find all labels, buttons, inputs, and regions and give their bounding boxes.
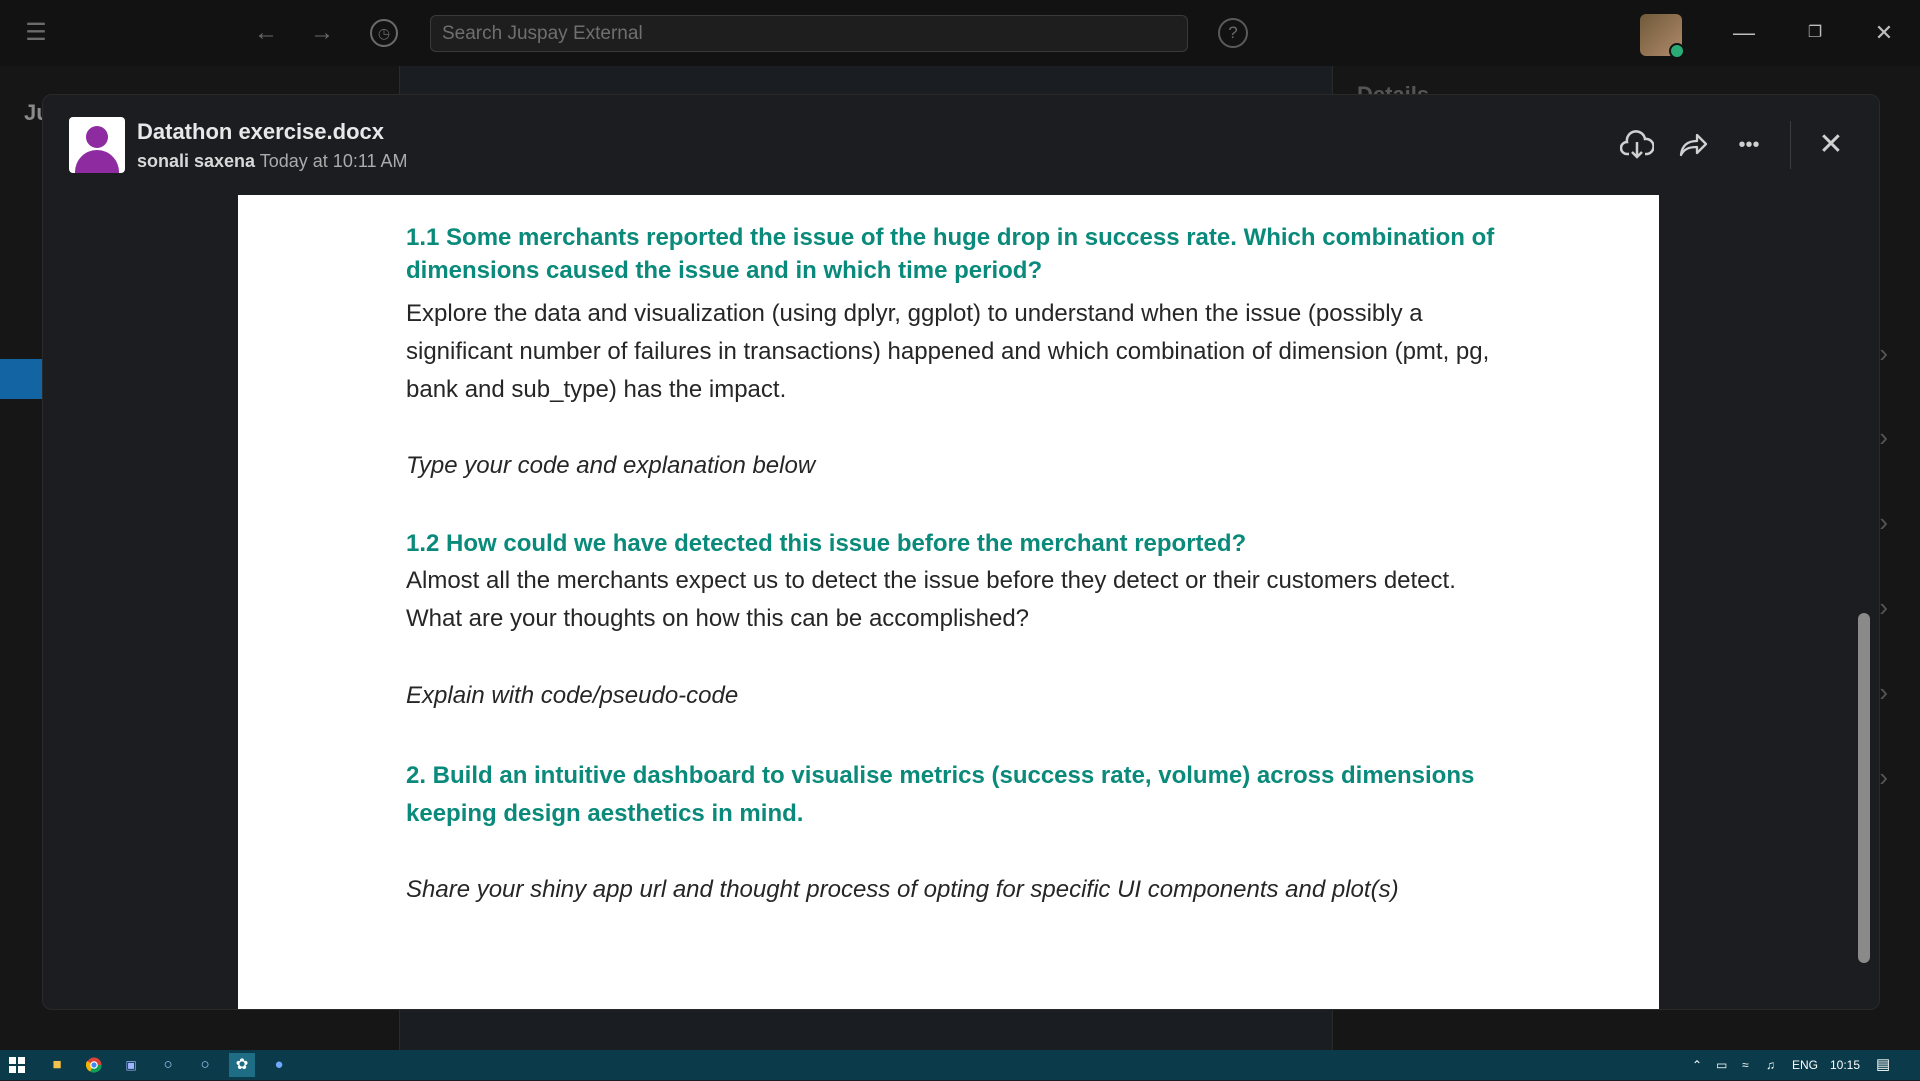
- header-divider: [1790, 121, 1791, 169]
- document-page: 1.1 Some merchants reported the issue of…: [238, 195, 1659, 1009]
- chevron-right-icon: ›: [1879, 422, 1888, 452]
- slack-taskbar-icon[interactable]: ✿: [229, 1053, 255, 1077]
- instruction-1-1: Type your code and explanation below: [406, 452, 816, 479]
- file-timestamp: Today at 10:11 AM: [259, 151, 408, 171]
- chrome-icon[interactable]: [81, 1053, 107, 1077]
- app-icon[interactable]: ○: [155, 1053, 181, 1077]
- app-top-bar: ☰ ← → ◷ Search Juspay External ? — ❐ ✕: [0, 0, 1920, 66]
- more-options-icon[interactable]: •••: [1729, 125, 1769, 165]
- file-preview-modal: Datathon exercise.docx sonali saxena Tod…: [42, 94, 1880, 1010]
- modal-header: Datathon exercise.docx sonali saxena Tod…: [43, 95, 1879, 195]
- tray-chevron-icon[interactable]: ⌃: [1692, 1050, 1702, 1080]
- close-icon[interactable]: ✕: [1811, 125, 1851, 165]
- paragraph-1-1: Explore the data and visualization (usin…: [406, 300, 1490, 403]
- user-avatar-icon: [69, 117, 125, 173]
- chevron-right-icon: ›: [1879, 592, 1888, 622]
- language-indicator[interactable]: ENG: [1792, 1050, 1818, 1080]
- file-author[interactable]: sonali saxena: [137, 151, 255, 171]
- selected-channel-highlight: [0, 359, 42, 399]
- section-heading-1-1: 1.1 Some merchants reported the issue of…: [406, 224, 1495, 284]
- discord-icon[interactable]: ▣: [118, 1053, 144, 1077]
- minimize-button[interactable]: —: [1724, 16, 1764, 50]
- notifications-icon[interactable]: ▤: [1876, 1050, 1890, 1080]
- clock[interactable]: 10:15: [1830, 1050, 1860, 1080]
- chevron-right-icon: ›: [1879, 762, 1888, 792]
- share-icon[interactable]: [1673, 125, 1713, 165]
- section-heading-2: 2. Build an intuitive dashboard to visua…: [406, 762, 1475, 827]
- clock-icon[interactable]: ◷: [370, 19, 398, 47]
- back-arrow-icon[interactable]: ←: [252, 19, 280, 47]
- search-input[interactable]: Search Juspay External: [430, 15, 1188, 52]
- windows-start-icon[interactable]: [4, 1053, 30, 1077]
- volume-icon[interactable]: ♫: [1766, 1050, 1775, 1080]
- file-explorer-icon[interactable]: ■: [44, 1053, 70, 1077]
- forward-arrow-icon[interactable]: →: [308, 19, 336, 47]
- instruction-1-2: Explain with code/pseudo-code: [406, 682, 739, 709]
- scrollbar-thumb[interactable]: [1858, 613, 1870, 963]
- help-button[interactable]: ?: [1218, 18, 1248, 48]
- paragraph-1-2: Almost all the merchants expect us to de…: [406, 567, 1456, 632]
- window-close-button[interactable]: ✕: [1864, 16, 1904, 50]
- wifi-icon[interactable]: ≈: [1742, 1050, 1749, 1080]
- file-meta: sonali saxena Today at 10:11 AM: [137, 151, 408, 172]
- battery-icon[interactable]: ▭: [1716, 1050, 1727, 1080]
- restore-button[interactable]: ❐: [1795, 16, 1835, 50]
- chevron-right-icon: ›: [1879, 507, 1888, 537]
- menu-icon[interactable]: ☰: [22, 19, 50, 47]
- document-content: 1.1 Some merchants reported the issue of…: [406, 221, 1506, 909]
- app-icon[interactable]: ○: [192, 1053, 218, 1077]
- download-icon[interactable]: [1617, 125, 1657, 165]
- file-title: Datathon exercise.docx: [137, 119, 384, 144]
- chevron-right-icon: ›: [1879, 338, 1888, 368]
- chevron-right-icon: ›: [1879, 677, 1888, 707]
- instruction-2: Share your shiny app url and thought pro…: [406, 876, 1399, 903]
- r-app-icon[interactable]: ●: [266, 1053, 292, 1077]
- section-heading-1-2: 1.2 How could we have detected this issu…: [406, 530, 1247, 557]
- avatar[interactable]: [1640, 14, 1685, 59]
- os-taskbar: ■ ▣ ○ ○ ✿ ● ⌃ ▭ ≈ ♫ ENG 10:15 ▤: [0, 1050, 1920, 1080]
